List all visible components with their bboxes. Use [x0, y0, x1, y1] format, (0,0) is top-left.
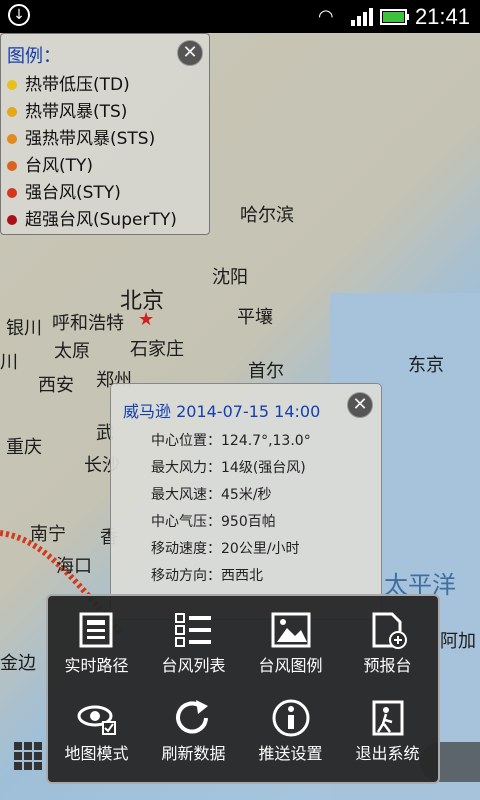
legend-swatch — [7, 80, 17, 90]
status-bar: ↓ ◠ 21:41 — [0, 0, 480, 33]
beijing-star-icon: ★ — [138, 309, 155, 329]
wifi-icon: ◠ — [318, 6, 334, 27]
menu-item-label: 推送设置 — [258, 744, 323, 763]
legend-item: 强热带风暴(STS) — [7, 124, 155, 149]
battery-icon — [380, 8, 410, 30]
menu-item-map-mode[interactable]: 地图模式 — [48, 688, 145, 780]
push-settings-icon — [272, 699, 309, 737]
menu-item-realtime-path[interactable]: 实时路径 — [48, 600, 145, 692]
menu-item-refresh[interactable]: 刷新数据 — [145, 688, 242, 780]
typhoon-info-popup: 威马逊 2014-07-15 14:00 ✕ 中心位置：124.7°,13.0°… — [110, 383, 382, 620]
menu-item-label: 台风图例 — [258, 656, 323, 675]
menu-item-label: 退出系统 — [355, 744, 420, 763]
city-nanning: 南宁 — [30, 524, 66, 544]
menu-item-label: 刷新数据 — [161, 744, 226, 763]
legend-swatch — [7, 161, 17, 171]
forecast-station-icon — [372, 612, 407, 649]
map-mode-icon — [77, 705, 116, 735]
legend-title: 图例： — [7, 46, 61, 67]
info-row: 最大风力：14级(强台风) — [151, 460, 306, 476]
menu-item-label: 实时路径 — [64, 656, 129, 675]
legend-item: 超强台风(SuperTY) — [7, 205, 177, 230]
menu-item-label: 地图模式 — [64, 744, 129, 763]
exit-icon — [372, 700, 403, 736]
signal-icon — [350, 6, 376, 30]
legend-swatch — [7, 215, 17, 225]
city-pyongyang: 平壤 — [237, 307, 273, 327]
city-taiyuan: 太原 — [54, 341, 90, 361]
grid-menu-icon[interactable] — [14, 742, 42, 770]
clock: 21:41 — [414, 4, 470, 29]
city-ajia: 阿加 — [440, 631, 476, 651]
legend-swatch — [7, 188, 17, 198]
city-seoul: 首尔 — [248, 361, 284, 381]
city-shenyang: 沈阳 — [212, 267, 248, 287]
download-icon: ↓ — [8, 4, 30, 26]
legend-close-icon[interactable]: ✕ — [177, 40, 203, 66]
typhoon-list-icon — [174, 613, 211, 647]
menu-item-exit[interactable]: 退出系统 — [339, 688, 436, 780]
legend-item: 强台风(STY) — [7, 178, 121, 203]
realtime-path-icon — [79, 612, 112, 648]
city-shijiazhuang: 石家庄 — [130, 339, 184, 359]
menu-item-typhoon-legend[interactable]: 台风图例 — [242, 600, 339, 692]
city-yinchuan: 银川 — [6, 318, 42, 338]
city-chongqing: 重庆 — [6, 437, 42, 457]
legend-item: 热带低压(TD) — [7, 70, 130, 95]
info-title: 威马逊 2014-07-15 14:00 — [123, 402, 321, 421]
info-close-icon[interactable]: ✕ — [347, 392, 373, 418]
menu-item-label: 台风列表 — [161, 656, 226, 675]
city-hohhot: 呼和浩特 — [52, 313, 124, 333]
legend-swatch — [7, 134, 17, 144]
menu-item-label: 预报台 — [363, 656, 412, 675]
legend-item: 热带风暴(TS) — [7, 97, 127, 122]
legend-swatch — [7, 107, 17, 117]
menu-item-forecast-station[interactable]: 预报台 — [339, 600, 436, 692]
legend-item: 台风(TY) — [7, 151, 93, 176]
typhoon-legend-icon — [271, 612, 310, 648]
city-tokyo: 东京 — [408, 355, 444, 375]
legend-panel: 图例： ✕ 热带低压(TD) 热带风暴(TS) 强热带风暴(STS) 台风(TY… — [0, 33, 210, 235]
refresh-icon — [175, 700, 208, 734]
options-menu: 实时路径 台风列表 台风图例 预报台 地图模式 刷新数据 推送设置 退出系统 — [46, 594, 440, 784]
info-row: 中心位置：124.7°,13.0° — [151, 433, 311, 449]
city-haikou: 海口 — [56, 556, 92, 576]
city-chuan: 川 — [0, 352, 18, 372]
menu-item-push-settings[interactable]: 推送设置 — [242, 688, 339, 780]
info-row: 中心气压：950百帕 — [151, 514, 276, 530]
city-harbin: 哈尔滨 — [240, 205, 294, 225]
info-row: 最大风速：45米/秒 — [151, 487, 272, 503]
info-row: 移动速度：20公里/小时 — [151, 541, 300, 557]
info-row: 移动方向：西西北 — [151, 568, 263, 584]
city-xian: 西安 — [38, 375, 74, 395]
city-jinbian: 金边 — [0, 653, 36, 673]
menu-item-typhoon-list[interactable]: 台风列表 — [145, 600, 242, 692]
